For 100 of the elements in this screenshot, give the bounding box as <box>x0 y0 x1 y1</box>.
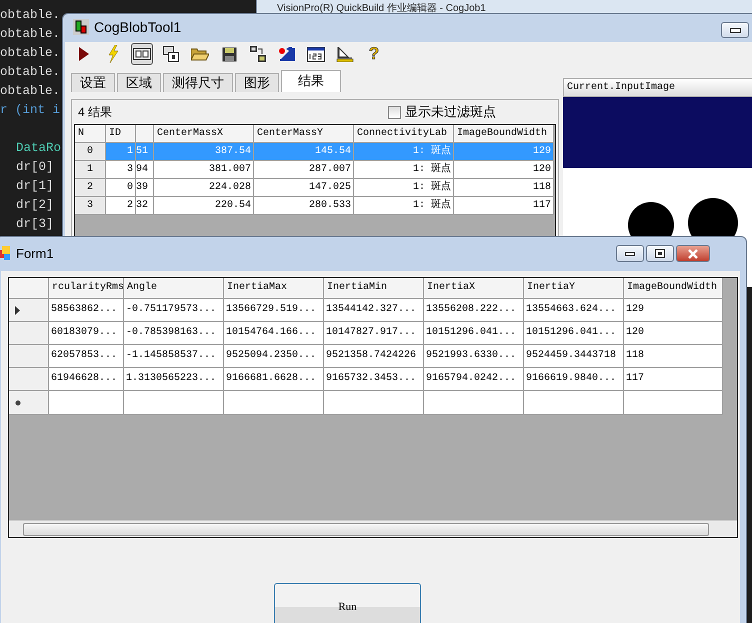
arrow-icon <box>278 46 296 62</box>
table-cell: 1: 斑点 <box>354 197 454 215</box>
maximize-icon <box>655 249 665 258</box>
maximize-button[interactable] <box>646 245 674 262</box>
table-cell: 61946628... <box>49 368 124 391</box>
row-header[interactable] <box>9 299 49 322</box>
table-cell: 129 <box>454 143 554 161</box>
table-cell: 117 <box>624 368 723 391</box>
column-header[interactable]: InertiaMax <box>224 278 324 299</box>
checkbox[interactable] <box>388 106 401 118</box>
image-title: Current.InputImage <box>563 78 752 97</box>
table-cell: 1: 斑点 <box>354 143 454 161</box>
scrollbar[interactable] <box>9 520 737 537</box>
tab[interactable]: 区域 <box>117 73 161 92</box>
table-cell: 381.007 <box>154 161 254 179</box>
toolbar-button[interactable] <box>247 43 269 65</box>
folder-icon <box>191 47 209 61</box>
minimize-icon <box>625 252 635 256</box>
tab[interactable]: 设置 <box>71 73 115 92</box>
minimize-button[interactable] <box>616 245 644 262</box>
code-line: obtable. <box>0 8 60 22</box>
table-cell: 224.028 <box>154 179 254 197</box>
close-button[interactable] <box>676 245 710 262</box>
table-cell: 280.533 <box>254 197 354 215</box>
lightning-icon <box>107 45 119 63</box>
table-cell: 117 <box>454 197 554 215</box>
column-header[interactable]: CenterMassY <box>254 125 354 143</box>
table-cell: 120 <box>454 161 554 179</box>
code-line: obtable. <box>0 46 60 60</box>
table-cell: 62057853... <box>49 345 124 368</box>
table-cell: 1: 斑点 <box>354 161 454 179</box>
windows-icon <box>163 46 179 62</box>
play-icon <box>78 46 90 62</box>
table-cell: 118 <box>454 179 554 197</box>
code-line: obtable. <box>0 84 60 98</box>
table-cell: 32 <box>136 197 154 215</box>
table-cell: -1.145858537... <box>124 345 224 368</box>
table-cell: 9165732.3453... <box>324 368 424 391</box>
table-cell: 51 <box>136 143 154 161</box>
tab[interactable]: 图形 <box>235 73 279 92</box>
grid-icon <box>250 46 266 62</box>
result-count: 4 结果 <box>78 104 112 120</box>
table-cell: 3 <box>106 161 136 179</box>
code-line: dr[2] <box>16 198 54 212</box>
tab[interactable]: 测得尺寸 <box>163 73 233 92</box>
table-cell: 13544142.327... <box>324 299 424 322</box>
column-header[interactable]: InertiaX <box>424 278 524 299</box>
panel-icon <box>133 48 151 60</box>
save-icon <box>222 46 236 62</box>
table-cell: 1: 斑点 <box>354 179 454 197</box>
column-header[interactable]: ImageBoundWidth <box>454 125 554 143</box>
code-line: obtable. <box>0 27 60 41</box>
column-header[interactable]: InertiaMin <box>324 278 424 299</box>
code-line: dr[0] <box>16 160 54 174</box>
table-cell: 9521993.6330... <box>424 345 524 368</box>
run-button[interactable]: Run <box>274 583 421 623</box>
table-cell: 94 <box>136 161 154 179</box>
column-header[interactable]: InertiaY <box>524 278 624 299</box>
table-cell: 9524459.3443718 <box>524 345 624 368</box>
column-header[interactable]: ConnectivityLab <box>354 125 454 143</box>
table-cell: 129 <box>624 299 723 322</box>
table-cell: 0 <box>75 143 106 161</box>
table-cell: 58563862... <box>49 299 124 322</box>
column-header[interactable]: ID <box>106 125 136 143</box>
code-line: obtable. <box>0 65 60 79</box>
table-cell: 220.54 <box>154 197 254 215</box>
number-box-icon <box>307 46 325 62</box>
minimize-button[interactable] <box>721 22 749 38</box>
column-header[interactable]: rcularityRms <box>49 278 124 299</box>
table-cell: 10154764.166... <box>224 322 324 345</box>
table-cell: 10151296.041... <box>424 322 524 345</box>
current-row-icon <box>15 306 20 314</box>
table-cell: 60183079... <box>49 322 124 345</box>
tab[interactable]: 结果 <box>281 70 341 92</box>
help-icon: ? <box>368 45 380 63</box>
checkbox-label: 显示未过滤斑点 <box>405 103 496 121</box>
column-header[interactable]: CenterMassX <box>154 125 254 143</box>
column-header[interactable] <box>136 125 154 143</box>
toolbar-button[interactable] <box>160 43 182 65</box>
table-cell: 1 <box>106 143 136 161</box>
table-cell: 10151296.041... <box>524 322 624 345</box>
toolbar-button[interactable] <box>131 43 153 65</box>
table-cell: 120 <box>624 322 723 345</box>
code-line: r (int i <box>0 103 60 117</box>
window-title: Form1 <box>16 246 54 261</box>
table-cell: 13554663.624... <box>524 299 624 322</box>
app-icon <box>0 246 12 262</box>
table-cell: 9166681.6628... <box>224 368 324 391</box>
table-cell: 9165794.0242... <box>424 368 524 391</box>
minimize-icon <box>730 28 740 32</box>
column-header[interactable]: Angle <box>124 278 224 299</box>
code-line: dr[1] <box>16 179 54 193</box>
code-line: DataRo <box>16 141 62 155</box>
table-cell: 1.3130565223... <box>124 368 224 391</box>
window-title: CogBlobTool1 <box>94 19 182 35</box>
column-header[interactable]: ImageBoundWidth <box>624 278 723 299</box>
code-line: dr[3] <box>16 217 54 231</box>
table-cell: 1 <box>75 161 106 179</box>
table-cell: 2 <box>75 179 106 197</box>
column-header[interactable]: N <box>75 125 106 143</box>
